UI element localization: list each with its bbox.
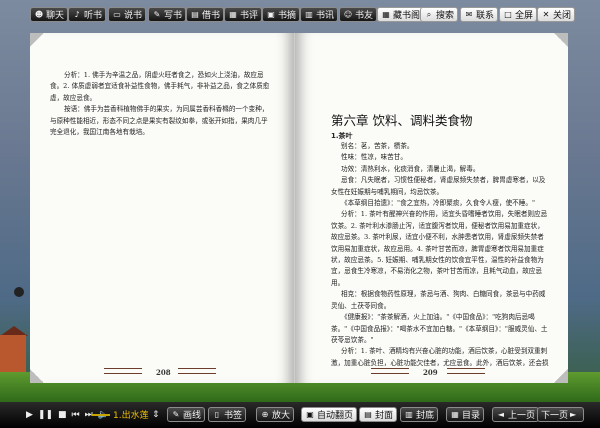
friends-icon: ☺ bbox=[343, 10, 353, 19]
chapter-title: 第六章 饮料、调料类食物 bbox=[331, 113, 473, 128]
news-icon: ▥ bbox=[305, 10, 313, 19]
borrow-book-button[interactable]: ▤ 借书 bbox=[186, 7, 225, 22]
cover-button[interactable]: ▤ 封面 bbox=[359, 407, 398, 422]
excerpt-icon: ▣ bbox=[267, 10, 275, 19]
back-cover-button[interactable]: ▥ 封底 bbox=[400, 407, 439, 422]
search-icon: ⌕ bbox=[426, 9, 432, 19]
paragraph: 分析：1. 茶叶、酒精均有兴奋心脏的功能，酒后饮茶，心脏受到双重刺激，加重心脏负… bbox=[331, 347, 549, 367]
book-news-button[interactable]: ▥ 书讯 bbox=[300, 7, 339, 22]
right-page[interactable]: 第六章 饮料、调料类食物 1.茶叶 别名：茗，苦茶，槚茶。 性味：性凉，味苦甘。… bbox=[295, 33, 568, 383]
fullscreen-button[interactable]: □ 全屏 bbox=[499, 7, 538, 22]
open-book[interactable]: 分析：1. 佛手为辛温之品，阴虚火旺者食之，恐如火上浇油，故应忌食。2. 体质虚… bbox=[30, 33, 568, 385]
arrow-right-icon: ► bbox=[569, 410, 577, 419]
pause-icon[interactable]: ❚❚ bbox=[38, 410, 53, 420]
paragraph: 分析：1. 佛手为辛温之品，阴虚火旺者食之，恐如火上浇油，故应忌食。2. 体质虚… bbox=[50, 71, 270, 102]
contents-icon: ▦ bbox=[451, 410, 459, 419]
page-ornament-right bbox=[447, 368, 485, 374]
zoom-icon: ⊕ bbox=[261, 410, 269, 419]
headphones-icon: ♪ bbox=[74, 10, 80, 19]
page-number: 208 bbox=[156, 368, 171, 377]
page-ornament-left bbox=[371, 368, 409, 374]
monitor-icon: ▭ bbox=[113, 10, 121, 19]
paragraph: 《健康报》："茶茶解酒，火上加油。"《中国食品》："吃狗肉后忌喝茶。"《中国食品… bbox=[331, 313, 548, 344]
page-corner-curl[interactable] bbox=[554, 33, 568, 47]
write-book-button[interactable]: ✎ 写书 bbox=[148, 7, 187, 22]
paragraph: 性味：性凉，味苦甘。 bbox=[341, 153, 407, 162]
paragraph: 忌食：凡失眠者，习惯性便秘者，肾虚尿频失禁者，脾胃虚寒者，以及女性在妊娠期与哺乳… bbox=[331, 176, 546, 196]
chat-icon: ☻ bbox=[34, 10, 44, 19]
book-icon: ▤ bbox=[191, 10, 199, 19]
pen-icon: ✎ bbox=[153, 10, 161, 19]
page-number: 209 bbox=[423, 368, 438, 377]
page-corner-curl[interactable] bbox=[30, 33, 44, 47]
fullscreen-icon: □ bbox=[504, 10, 512, 19]
page-corner-curl[interactable] bbox=[30, 369, 44, 383]
book-excerpt-button[interactable]: ▣ 书摘 bbox=[262, 7, 301, 22]
contact-button[interactable]: ✉ 联系 bbox=[460, 7, 499, 22]
contact-icon: ✉ bbox=[465, 10, 473, 19]
right-page-text: 第六章 饮料、调料类食物 1.茶叶 别名：茗，苦茶，槚茶。 性味：性凉，味苦甘。… bbox=[331, 110, 549, 369]
review-icon: ▦ bbox=[229, 10, 237, 19]
volume-slider[interactable] bbox=[92, 414, 110, 416]
page-ornament-left bbox=[104, 368, 142, 374]
zoom-in-button[interactable]: ⊕ 放大 bbox=[256, 407, 295, 422]
track-select-icon[interactable]: ⇕ bbox=[152, 407, 160, 422]
back-cover-icon: ▥ bbox=[405, 410, 413, 419]
paragraph: 相克：根据食物药性原理，茶忌与酒、狗肉、白糖同食，茶忌与中药威灵仙、土茯苓同食。 bbox=[331, 290, 546, 310]
book-friends-button[interactable]: ☺ 书友 bbox=[339, 7, 378, 22]
chat-button[interactable]: ☻ 聊天 bbox=[30, 7, 69, 22]
track-name: 1.出水莲 bbox=[113, 411, 149, 421]
cover-icon: ▤ bbox=[364, 410, 372, 419]
draw-line-button[interactable]: ✎ 画线 bbox=[167, 407, 206, 422]
arrow-left-icon: ◄ bbox=[497, 410, 505, 419]
close-button[interactable]: ✕ 关闭 bbox=[537, 7, 576, 22]
paragraph: 分析：1. 茶叶有醒神兴奋的作用，适宜头昏嗜睡者饮用，失眠者则应忌饮茶。2. 茶… bbox=[331, 210, 548, 287]
paragraph: 功效：清热利水，化痰消食，清暑止渴，解毒。 bbox=[341, 164, 480, 173]
search-button[interactable]: ⌕ 搜索 bbox=[420, 7, 459, 22]
pen-icon: ✎ bbox=[172, 410, 180, 419]
background-house bbox=[0, 335, 26, 375]
bookmark-icon: ▯ bbox=[214, 410, 220, 419]
library-button[interactable]: ▦ 藏书阁 bbox=[377, 7, 425, 22]
close-icon: ✕ bbox=[542, 10, 550, 19]
tell-book-button[interactable]: ▭ 说书 bbox=[108, 7, 147, 22]
grid-icon: ▦ bbox=[382, 10, 390, 19]
listen-book-button[interactable]: ♪ 听书 bbox=[68, 7, 107, 22]
auto-flip-button[interactable]: ▣ 自动翻页 bbox=[301, 407, 358, 422]
page-corner-curl[interactable] bbox=[554, 369, 568, 383]
left-page-text: 分析：1. 佛手为辛温之品，阴虚火旺者食之，恐如火上浇油，故应忌食。2. 体质虚… bbox=[50, 70, 273, 138]
left-page[interactable]: 分析：1. 佛手为辛温之品，阴虚火旺者食之，恐如火上浇油，故应忌食。2. 体质虚… bbox=[30, 33, 295, 383]
paragraph: 按语：佛手为芸香科植物佛手的果实，为同属芸香科香橼的一个变种，与原种性能相近，形… bbox=[50, 105, 269, 137]
previous-page-button[interactable]: ◄ 上一页 bbox=[492, 407, 540, 422]
bookmark-button[interactable]: ▯ 书签 bbox=[208, 407, 247, 422]
bottom-toolbar: ▶ ❚❚ ■ ⏮ ⏭ 🔈 1.出水莲 ⇕ ✎画线 ▯书签 ⊕放大 ▣自动翻页 ▤… bbox=[0, 402, 600, 428]
contents-button[interactable]: ▦ 目录 bbox=[446, 407, 485, 422]
stop-icon[interactable]: ■ bbox=[58, 410, 67, 420]
play-icon[interactable]: ▶ bbox=[26, 410, 33, 420]
book-review-button[interactable]: ▦ 书评 bbox=[224, 7, 263, 22]
next-page-button[interactable]: 下一页 ► bbox=[537, 407, 585, 422]
paragraph: 《本草纲目拾遗》："食之宜热，冷即聚痰，久食令人瘦，使不睡。" bbox=[341, 199, 535, 208]
page-ornament-right bbox=[178, 368, 216, 374]
top-toolbar: ☻ 聊天 ♪ 听书 ▭ 说书 ✎ 写书 ▤ 借书 ▦ 书评 ▣ 书摘 ▥ 书讯 ☺ 书友 ▦ 藏书阁… bbox=[0, 0, 600, 28]
paragraph: 别名：茗，苦茶，槚茶。 bbox=[341, 142, 414, 150]
background-bird bbox=[14, 287, 24, 297]
previous-track-icon[interactable]: ⏮ bbox=[72, 410, 80, 420]
section-title: 1.茶叶 bbox=[331, 132, 353, 140]
auto-flip-icon: ▣ bbox=[306, 410, 314, 419]
